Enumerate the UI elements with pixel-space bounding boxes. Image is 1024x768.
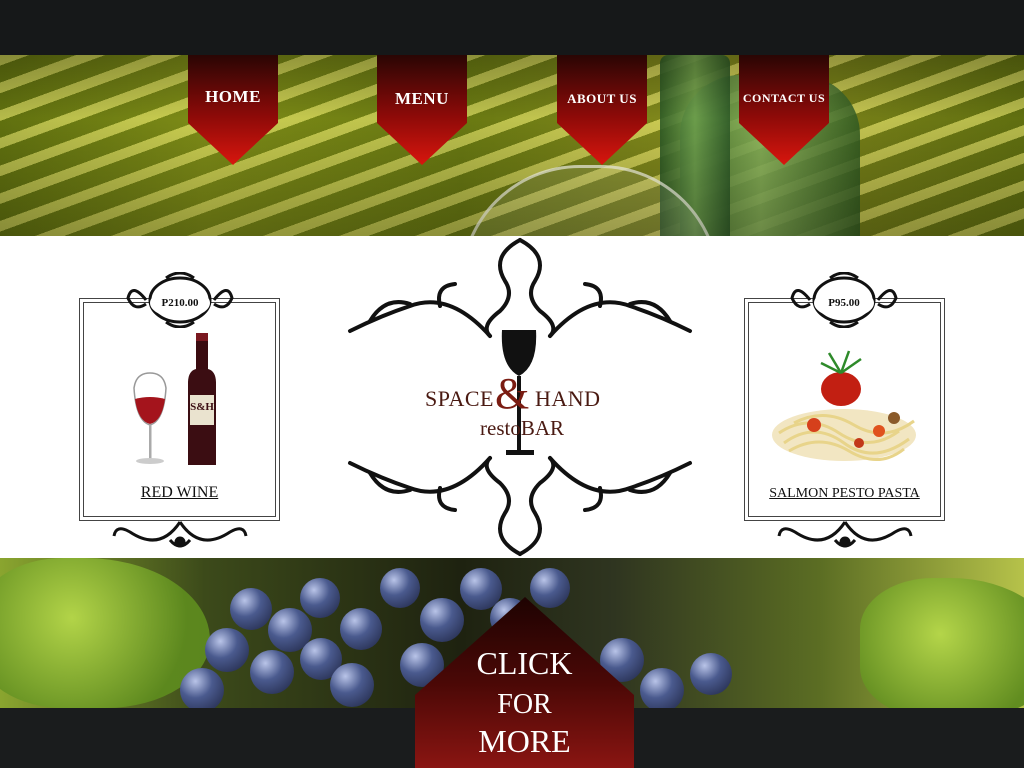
ribbon-shape: [377, 55, 467, 165]
pasta-illustration: [772, 350, 916, 461]
nav-menu-tab[interactable]: MENU: [377, 55, 467, 165]
featured-card-pasta-name: SALMON PESTO PASTA: [769, 486, 920, 501]
nav-home-tab[interactable]: HOME: [188, 55, 278, 165]
logo-subtitle: restoBAR: [480, 416, 564, 440]
logo-word-space: SPACE: [425, 386, 494, 411]
cta-line-1: CLICK: [476, 645, 573, 681]
wine-price-badge: P210.00: [150, 288, 210, 318]
nav-contact-tab[interactable]: CONTACT US: [739, 55, 829, 165]
logo-ampersand: &: [495, 369, 530, 418]
ribbon-shape: [739, 55, 829, 165]
pasta-price-badge: P95.00: [814, 288, 874, 318]
ornament-bottom-left: [112, 521, 248, 548]
vineyard-hero-image: [0, 55, 1024, 236]
nav-about-tab[interactable]: ABOUT US: [557, 55, 647, 165]
nav-about-label: ABOUT US: [567, 91, 637, 106]
featured-card-wine-name: RED WINE: [140, 484, 219, 501]
ribbon-shape: [557, 55, 647, 165]
click-for-more-button[interactable]: CLICK FOR MORE: [415, 597, 634, 768]
wine-illustration: [133, 333, 216, 465]
cta-line-3: MORE: [478, 723, 571, 759]
ornament-bottom-right: [777, 521, 913, 548]
nav-menu-label: MENU: [395, 89, 449, 108]
cta-line-2: FOR: [497, 689, 552, 720]
top-bar: [0, 0, 1024, 55]
featured-card-pasta[interactable]: SALMON PESTO PASTA: [744, 298, 945, 521]
nav-home-label: HOME: [205, 87, 261, 106]
bottle-label: S&H: [190, 401, 214, 413]
featured-card-wine[interactable]: S&H RED WINE: [79, 298, 280, 521]
ribbon-shape: [188, 55, 278, 165]
resto-logo: SPACE & HAND restoBAR: [340, 236, 700, 558]
nav-contact-label: CONTACT US: [742, 91, 826, 105]
logo-word-hand: HAND: [535, 386, 601, 411]
